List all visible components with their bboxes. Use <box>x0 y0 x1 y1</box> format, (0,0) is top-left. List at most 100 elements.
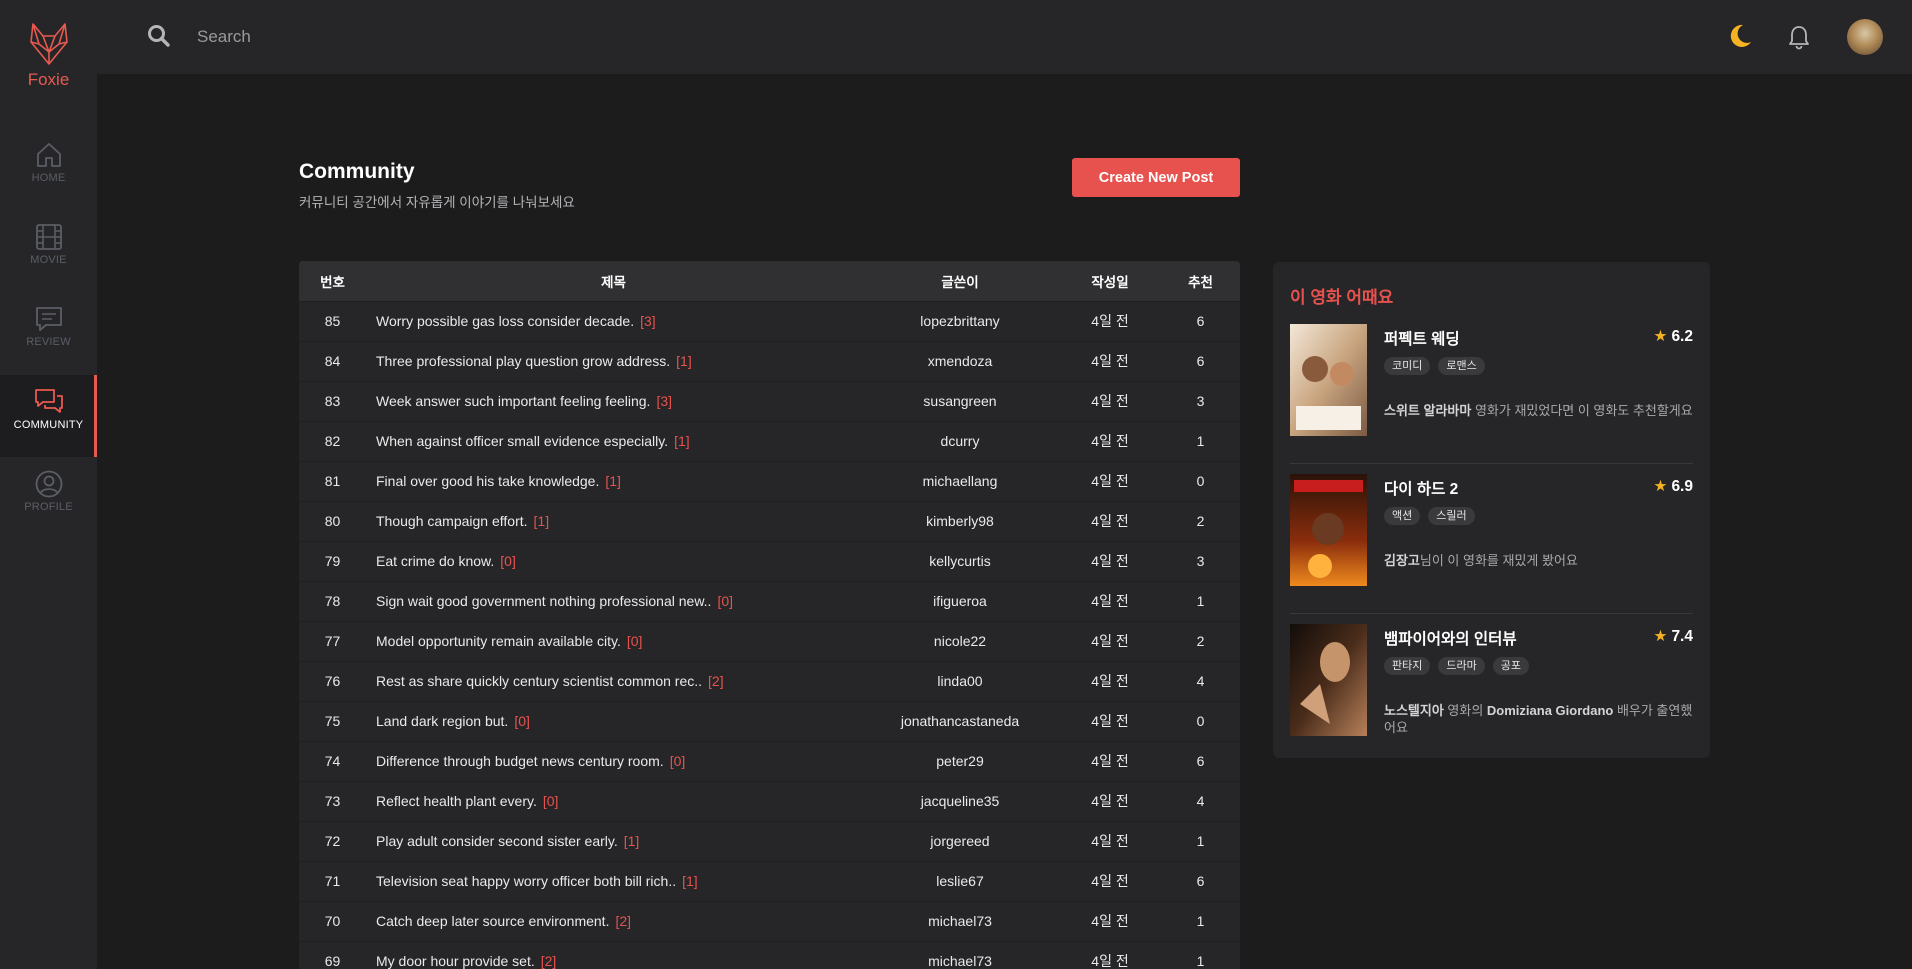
table-row[interactable]: 84 Three professional play question grow … <box>299 341 1240 382</box>
post-title-cell[interactable]: Worry possible gas loss consider decade.… <box>366 301 861 342</box>
post-author[interactable]: xmendoza <box>861 341 1059 382</box>
search-input[interactable] <box>197 22 797 52</box>
post-author[interactable]: jacqueline35 <box>861 781 1059 822</box>
bell-icon[interactable] <box>1787 24 1811 50</box>
post-title[interactable]: Land dark region but. <box>376 713 508 729</box>
post-author[interactable]: michael73 <box>861 941 1059 969</box>
post-title[interactable]: Difference through budget news century r… <box>376 753 664 769</box>
post-title[interactable]: Eat crime do know. <box>376 553 494 569</box>
post-author[interactable]: ifigueroa <box>861 581 1059 622</box>
post-title-cell[interactable]: My door hour provide set. [2] <box>366 941 861 969</box>
table-row[interactable]: 82 When against officer small evidence es… <box>299 421 1240 462</box>
genre-tag[interactable]: 액션 <box>1384 507 1421 525</box>
post-title[interactable]: Catch deep later source environment. <box>376 913 609 929</box>
post-title[interactable]: My door hour provide set. <box>376 953 535 969</box>
post-title-cell[interactable]: Three professional play question grow ad… <box>366 341 861 382</box>
genre-tag[interactable]: 코미디 <box>1384 357 1431 375</box>
post-title-cell[interactable]: Sign wait good government nothing profes… <box>366 581 861 622</box>
post-title[interactable]: Week answer such important feeling feeli… <box>376 393 650 409</box>
genre-tag[interactable]: 공포 <box>1492 657 1529 675</box>
table-row[interactable]: 75 Land dark region but. [0] jonathancastan… <box>299 701 1240 742</box>
post-title-cell[interactable]: Model opportunity remain available city.… <box>366 621 861 662</box>
post-title[interactable]: Rest as share quickly century scientist … <box>376 673 702 689</box>
post-author[interactable]: linda00 <box>861 661 1059 702</box>
post-author[interactable]: peter29 <box>861 741 1059 782</box>
post-author[interactable]: michael73 <box>861 901 1059 942</box>
nav-item-community[interactable]: COMMUNITY <box>0 375 97 457</box>
table-row[interactable]: 72 Play adult consider second sister earl… <box>299 821 1240 862</box>
table-row[interactable]: 71 Television seat happy worry officer bo… <box>299 861 1240 902</box>
nav-item-movie[interactable]: MOVIE <box>0 210 97 292</box>
post-title[interactable]: Though campaign effort. <box>376 513 528 529</box>
post-author[interactable]: nicole22 <box>861 621 1059 662</box>
post-title-cell[interactable]: Week answer such important feeling feeli… <box>366 381 861 422</box>
post-title[interactable]: When against officer small evidence espe… <box>376 433 668 449</box>
post-title-cell[interactable]: Television seat happy worry officer both… <box>366 861 861 902</box>
nav-item-home[interactable]: HOME <box>0 128 97 210</box>
post-author[interactable]: jonathancastaneda <box>861 701 1059 742</box>
movie-title[interactable]: 뱀파이어와의 인터뷰 <box>1384 627 1517 649</box>
table-row[interactable]: 78 Sign wait good government nothing prof… <box>299 581 1240 622</box>
movie-poster[interactable] <box>1290 474 1367 586</box>
page-subtitle: 커뮤니티 공간에서 자유롭게 이야기를 나눠보세요 <box>299 195 575 210</box>
actor-name: Domiziana Giordano <box>1486 703 1614 718</box>
post-title[interactable]: Sign wait good government nothing profes… <box>376 593 711 609</box>
post-title[interactable]: Reflect health plant every. <box>376 793 537 809</box>
search-icon[interactable] <box>147 24 171 48</box>
post-author[interactable]: susangreen <box>861 381 1059 422</box>
movie-card[interactable]: 다이 하드 2 ★ 6.9 액션 스릴러 김장고님이 이 영화를 재밌게 봤어요 <box>1290 474 1693 614</box>
table-row[interactable]: 70 Catch deep later source environment. [2… <box>299 901 1240 942</box>
table-row[interactable]: 80 Though campaign effort. [1] kimberly98 4일… <box>299 501 1240 542</box>
table-row[interactable]: 77 Model opportunity remain available cit… <box>299 621 1240 662</box>
movie-title[interactable]: 퍼펙트 웨딩 <box>1384 327 1460 349</box>
post-author[interactable]: jorgereed <box>861 821 1059 862</box>
post-title[interactable]: Model opportunity remain available city. <box>376 633 621 649</box>
table-row[interactable]: 81 Final over good his take knowledge. [1]… <box>299 461 1240 502</box>
table-row[interactable]: 69 My door hour provide set. [2] michael73 4… <box>299 941 1240 969</box>
table-row[interactable]: 85 Worry possible gas loss consider decad… <box>299 301 1240 342</box>
post-title-cell[interactable]: Catch deep later source environment. [2] <box>366 901 861 942</box>
genre-tag[interactable]: 로맨스 <box>1438 357 1485 375</box>
recommend-title: 이 영화 어때요 <box>1290 288 1394 307</box>
post-title-cell[interactable]: Play adult consider second sister early.… <box>366 821 861 862</box>
genre-tag[interactable]: 판타지 <box>1384 657 1431 675</box>
post-title-cell[interactable]: Difference through budget news century r… <box>366 741 861 782</box>
post-author[interactable]: michaellang <box>861 461 1059 502</box>
post-author[interactable]: dcurry <box>861 421 1059 462</box>
movie-poster[interactable] <box>1290 624 1367 736</box>
logo[interactable]: Foxie <box>0 22 97 90</box>
post-author[interactable]: lopezbrittany <box>861 301 1059 342</box>
post-title-cell[interactable]: When against officer small evidence espe… <box>366 421 861 462</box>
genre-tag[interactable]: 스릴러 <box>1428 507 1475 525</box>
post-author[interactable]: leslie67 <box>861 861 1059 902</box>
movie-title[interactable]: 다이 하드 2 <box>1384 477 1458 499</box>
table-row[interactable]: 76 Rest as share quickly century scientis… <box>299 661 1240 702</box>
table-row[interactable]: 79 Eat crime do know. [0] kellycurtis 4일 전3 <box>299 541 1240 582</box>
post-title[interactable]: Three professional play question grow ad… <box>376 353 670 369</box>
post-title-cell[interactable]: Eat crime do know. [0] <box>366 541 861 582</box>
table-row[interactable]: 73 Reflect health plant every. [0] jacqueli… <box>299 781 1240 822</box>
movie-poster[interactable] <box>1290 324 1367 436</box>
nav-item-profile[interactable]: PROFILE <box>0 457 97 539</box>
movie-card[interactable]: 뱀파이어와의 인터뷰 ★ 7.4 판타지 드라마 공포 노스텔지아 영화의 Domiz… <box>1290 624 1693 764</box>
genre-tag[interactable]: 드라마 <box>1438 657 1485 675</box>
post-title[interactable]: Final over good his take knowledge. <box>376 473 599 489</box>
post-title-cell[interactable]: Though campaign effort. [1] <box>366 501 861 542</box>
post-title-cell[interactable]: Reflect health plant every. [0] <box>366 781 861 822</box>
nav-item-review[interactable]: REVIEW <box>0 292 97 374</box>
post-author[interactable]: kimberly98 <box>861 501 1059 542</box>
movie-card[interactable]: 퍼펙트 웨딩 ★ 6.2 코미디 로맨스 스위트 알라바마 영화가 재밌었다면 이 … <box>1290 324 1693 464</box>
post-title-cell[interactable]: Rest as share quickly century scientist … <box>366 661 861 702</box>
post-title-cell[interactable]: Land dark region but. [0] <box>366 701 861 742</box>
home-icon <box>36 143 61 167</box>
avatar[interactable] <box>1847 19 1883 55</box>
create-new-post-button[interactable]: Create New Post <box>1072 158 1240 197</box>
post-title[interactable]: Play adult consider second sister early. <box>376 833 618 849</box>
post-title[interactable]: Worry possible gas loss consider decade. <box>376 313 634 329</box>
post-title-cell[interactable]: Final over good his take knowledge. [1] <box>366 461 861 502</box>
moon-icon[interactable] <box>1726 22 1754 50</box>
post-title[interactable]: Television seat happy worry officer both… <box>376 873 676 889</box>
post-author[interactable]: kellycurtis <box>861 541 1059 582</box>
table-row[interactable]: 74 Difference through budget news century… <box>299 741 1240 782</box>
table-row[interactable]: 83 Week answer such important feeling fee… <box>299 381 1240 422</box>
